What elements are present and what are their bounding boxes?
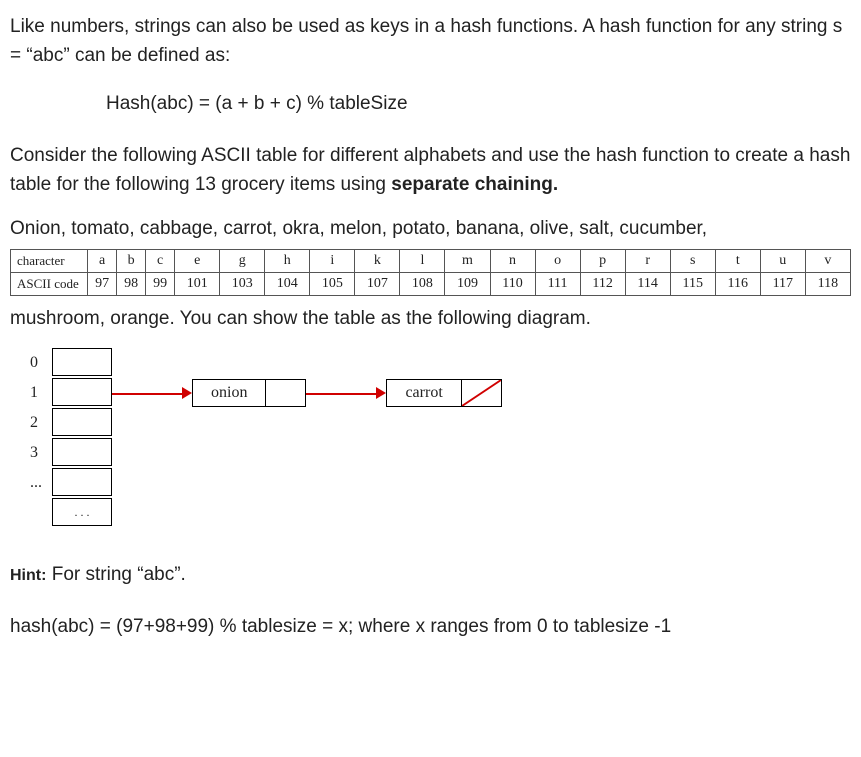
hint-text: For string “abc”. [52, 564, 186, 585]
ascii-char: n [490, 250, 535, 273]
slot-row: 3 [30, 438, 851, 468]
ascii-code: 109 [445, 273, 490, 296]
slot-box [52, 408, 112, 436]
slot-row: 2 [30, 408, 851, 438]
ascii-char: h [265, 250, 310, 273]
ascii-code: 117 [760, 273, 805, 296]
ascii-code: 118 [805, 273, 850, 296]
ascii-char-label: character [11, 250, 88, 273]
ascii-code: 115 [670, 273, 715, 296]
slot-index: 0 [30, 354, 52, 372]
task-para: Consider the following ASCII table for d… [10, 141, 851, 200]
ascii-code: 116 [715, 273, 760, 296]
slot-row: . . . [30, 498, 851, 528]
ascii-code: 110 [490, 273, 535, 296]
ascii-char: g [220, 250, 265, 273]
ascii-code: 104 [265, 273, 310, 296]
intro-para: Like numbers, strings can also be used a… [10, 12, 851, 71]
node-pointer [266, 379, 306, 407]
ascii-char: r [625, 250, 670, 273]
ascii-char: m [445, 250, 490, 273]
ascii-char: l [400, 250, 445, 273]
chain-node: onion [192, 379, 306, 407]
ascii-char: a [88, 250, 117, 273]
slot-box [52, 378, 112, 406]
slot-box: . . . [52, 498, 112, 526]
ascii-char: c [146, 250, 175, 273]
ascii-code: 98 [117, 273, 146, 296]
node-pointer-null [462, 379, 502, 407]
chain-node: carrot [386, 379, 501, 407]
slot-row: ... [30, 468, 851, 498]
slot-row: 0 [30, 348, 851, 378]
hash-example: hash(abc) = (97+98+99) % tablesize = x; … [10, 612, 851, 641]
ascii-code: 107 [355, 273, 400, 296]
arrow-icon [112, 379, 192, 407]
after-table-text: mushroom, orange. You can show the table… [10, 304, 851, 333]
ascii-table: character a b c e g h i k l m n o p r s … [10, 249, 851, 296]
task-bold: separate chaining. [391, 174, 558, 195]
ascii-char: i [310, 250, 355, 273]
arrow-icon [306, 379, 386, 407]
ascii-char: b [117, 250, 146, 273]
ascii-char: v [805, 250, 850, 273]
hint-line: Hint: For string “abc”. [10, 564, 851, 586]
node-label: onion [192, 379, 266, 407]
grocery-items-line: Onion, tomato, cabbage, carrot, okra, me… [10, 214, 851, 243]
ascii-code: 97 [88, 273, 117, 296]
ascii-char: p [580, 250, 625, 273]
node-label: carrot [386, 379, 461, 407]
ascii-code: 108 [400, 273, 445, 296]
ascii-code: 112 [580, 273, 625, 296]
ascii-code-label: ASCII code [11, 273, 88, 296]
hash-diagram: 0 1 onion carrot 2 3 ... . . [30, 348, 851, 528]
ascii-code-row: ASCII code 97 98 99 101 103 104 105 107 … [11, 273, 851, 296]
ascii-char: o [535, 250, 580, 273]
slot-row: 1 onion carrot [30, 378, 851, 408]
slot-index: 3 [30, 444, 52, 462]
ascii-char: s [670, 250, 715, 273]
ascii-code: 114 [625, 273, 670, 296]
ascii-code: 101 [175, 273, 220, 296]
ascii-code: 105 [310, 273, 355, 296]
ascii-code: 99 [146, 273, 175, 296]
slot-box [52, 348, 112, 376]
ascii-char: k [355, 250, 400, 273]
hint-label: Hint: [10, 567, 46, 584]
ascii-char: u [760, 250, 805, 273]
hash-formula: Hash(abc) = (a + b + c) % tableSize [106, 93, 851, 115]
slot-index: 2 [30, 414, 52, 432]
ascii-code: 103 [220, 273, 265, 296]
slot-box [52, 438, 112, 466]
ascii-char: e [175, 250, 220, 273]
ascii-char: t [715, 250, 760, 273]
ascii-char-row: character a b c e g h i k l m n o p r s … [11, 250, 851, 273]
slot-index: 1 [30, 384, 52, 402]
ascii-code: 111 [535, 273, 580, 296]
slot-box [52, 468, 112, 496]
slot-index: ... [30, 474, 52, 492]
